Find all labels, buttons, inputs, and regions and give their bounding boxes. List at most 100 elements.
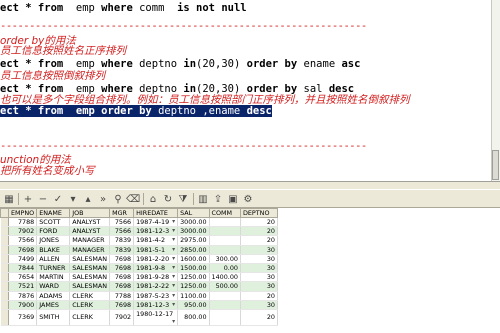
- table-cell-job[interactable]: SALESMAN: [69, 254, 111, 264]
- table-cell-comm[interactable]: [209, 217, 241, 228]
- table-cell-empno[interactable]: 7698: [8, 245, 38, 255]
- row-indicator[interactable]: [0, 254, 9, 264]
- row-indicator[interactable]: [0, 217, 9, 228]
- table-cell-ename[interactable]: ADAMS: [36, 291, 71, 301]
- column-header[interactable]: SAL: [177, 208, 210, 218]
- post-icon[interactable]: ✓: [51, 192, 65, 206]
- table-row[interactable]: 7844TURNERSALESMAN76981981-9-81500.000.0…: [0, 263, 278, 274]
- table-cell-mgr[interactable]: 7839: [109, 245, 135, 255]
- table-cell-sal[interactable]: 950.00: [177, 300, 210, 310]
- tools-icon[interactable]: ⚙: [241, 192, 255, 206]
- row-indicator[interactable]: [0, 300, 9, 310]
- column-header[interactable]: JOB: [69, 208, 111, 218]
- table-cell-mgr[interactable]: 7698: [109, 254, 135, 264]
- table-cell-hiredate[interactable]: 1981-12-3: [133, 300, 179, 310]
- table-cell-mgr[interactable]: 7839: [109, 235, 135, 246]
- table-cell-empno[interactable]: 7369: [8, 309, 38, 326]
- table-row[interactable]: 7900JAMESCLERK76981981-12-3950.00 30: [0, 300, 278, 310]
- delete-row-icon[interactable]: −: [36, 192, 50, 206]
- code-line-1[interactable]: ect * from emp where comm is not null: [0, 2, 247, 15]
- table-cell-empno[interactable]: 7788: [8, 217, 38, 228]
- table-cell-deptno[interactable]: 30: [240, 263, 278, 274]
- export-icon[interactable]: ⇪: [211, 192, 225, 206]
- table-cell-comm[interactable]: 1400.00: [209, 272, 241, 283]
- result-grid[interactable]: EMPNO ENAME JOB MGR HIREDATE SAL COMM DE…: [0, 208, 500, 333]
- table-cell-job[interactable]: CLERK: [69, 291, 111, 301]
- table-cell-comm[interactable]: [209, 309, 241, 326]
- table-cell-job[interactable]: ANALYST: [69, 226, 111, 237]
- table-cell-deptno[interactable]: 20: [240, 309, 278, 326]
- table-cell-ename[interactable]: JONES: [36, 235, 71, 246]
- table-cell-comm[interactable]: [209, 300, 241, 310]
- table-cell-comm[interactable]: [209, 226, 241, 237]
- grid-icon[interactable]: ▦: [2, 192, 16, 206]
- table-row[interactable]: 7369SMITHCLERK79021980-12-17800.00 20: [0, 309, 278, 326]
- table-cell-comm[interactable]: [209, 245, 241, 255]
- code-line-selected[interactable]: ect * from emp order by deptno ,ename de…: [0, 105, 272, 118]
- row-indicator[interactable]: [0, 263, 9, 274]
- column-header[interactable]: ENAME: [36, 208, 71, 218]
- table-cell-empno[interactable]: 7902: [8, 226, 38, 237]
- refresh-icon[interactable]: ↻: [161, 192, 175, 206]
- table-cell-comm[interactable]: 0.00: [209, 263, 241, 274]
- table-cell-empno[interactable]: 7521: [8, 281, 38, 292]
- insert-row-icon[interactable]: +: [21, 192, 35, 206]
- column-header[interactable]: EMPNO: [7, 208, 38, 218]
- table-cell-deptno[interactable]: 30: [240, 272, 278, 283]
- table-cell-empno[interactable]: 7876: [8, 291, 38, 301]
- table-cell-empno[interactable]: 7844: [8, 263, 38, 274]
- pane-splitter[interactable]: [0, 181, 500, 190]
- row-indicator[interactable]: [0, 226, 9, 237]
- table-cell-deptno[interactable]: 20: [240, 235, 278, 246]
- table-cell-hiredate[interactable]: 1981-2-20: [133, 254, 179, 264]
- table-cell-sal[interactable]: 2850.00: [177, 245, 210, 255]
- table-cell-sal[interactable]: 1600.00: [177, 254, 210, 264]
- table-cell-deptno[interactable]: 30: [240, 281, 278, 292]
- table-cell-sal[interactable]: 1500.00: [177, 263, 210, 274]
- table-row[interactable]: 7566JONESMANAGER78391981-4-22975.00 20: [0, 235, 278, 246]
- table-cell-empno[interactable]: 7499: [8, 254, 38, 264]
- table-cell-sal[interactable]: 1100.00: [177, 291, 210, 301]
- table-cell-sal[interactable]: 1250.00: [177, 272, 210, 283]
- table-cell-empno[interactable]: 7654: [8, 272, 38, 283]
- table-cell-mgr[interactable]: 7902: [109, 309, 135, 326]
- table-cell-deptno[interactable]: 30: [240, 254, 278, 264]
- table-cell-mgr[interactable]: 7698: [109, 272, 135, 283]
- table-row[interactable]: 7521WARDSALESMAN76981981-2-221250.00500.…: [0, 281, 278, 292]
- sql-icon[interactable]: ⌂: [146, 192, 160, 206]
- row-indicator[interactable]: [0, 291, 9, 301]
- arrow-up-icon[interactable]: ▴: [81, 192, 95, 206]
- table-cell-hiredate[interactable]: 1981-9-28: [133, 272, 179, 283]
- table-cell-ename[interactable]: WARD: [36, 281, 71, 292]
- table-cell-hiredate[interactable]: 1981-9-8: [133, 263, 179, 274]
- table-row[interactable]: 7654MARTINSALESMAN76981981-9-281250.0014…: [0, 272, 278, 283]
- row-indicator[interactable]: [0, 272, 9, 283]
- arrow-last-icon[interactable]: »: [96, 192, 110, 206]
- table-cell-sal[interactable]: 2975.00: [177, 235, 210, 246]
- table-cell-empno[interactable]: 7566: [8, 235, 38, 246]
- table-cell-deptno[interactable]: 20: [240, 217, 278, 228]
- table-row[interactable]: 7698BLAKEMANAGER78391981-5-12850.00 30: [0, 245, 278, 255]
- table-row[interactable]: 7902FORDANALYST75661981-12-33000.00 20: [0, 226, 278, 237]
- table-cell-hiredate[interactable]: 1981-2-22: [133, 281, 179, 292]
- table-cell-job[interactable]: SALESMAN: [69, 281, 111, 292]
- save-icon[interactable]: ▣: [226, 192, 240, 206]
- sql-editor[interactable]: ect * from emp where comm is not null --…: [0, 0, 491, 181]
- chart-icon[interactable]: ▥: [196, 192, 210, 206]
- table-cell-sal[interactable]: 800.00: [177, 309, 210, 326]
- column-header[interactable]: COMM: [208, 208, 241, 218]
- table-row[interactable]: 7788SCOTTANALYST75661987-4-193000.00 20: [0, 217, 278, 228]
- filter-icon[interactable]: ⧩: [176, 192, 190, 206]
- table-cell-hiredate[interactable]: 1980-12-17: [133, 309, 179, 326]
- table-cell-ename[interactable]: TURNER: [36, 263, 71, 274]
- table-row[interactable]: 7499ALLENSALESMAN76981981-2-201600.00300…: [0, 254, 278, 264]
- table-cell-ename[interactable]: SMITH: [36, 309, 71, 326]
- table-cell-hiredate[interactable]: 1987-5-23: [133, 291, 179, 301]
- table-cell-comm[interactable]: [209, 291, 241, 301]
- table-cell-job[interactable]: CLERK: [69, 300, 111, 310]
- arrow-down-icon[interactable]: ▾: [66, 192, 80, 206]
- scrollbar-thumb[interactable]: [492, 150, 499, 180]
- table-cell-sal[interactable]: 3000.00: [177, 226, 210, 237]
- row-indicator[interactable]: [0, 309, 9, 326]
- table-cell-ename[interactable]: ALLEN: [36, 254, 71, 264]
